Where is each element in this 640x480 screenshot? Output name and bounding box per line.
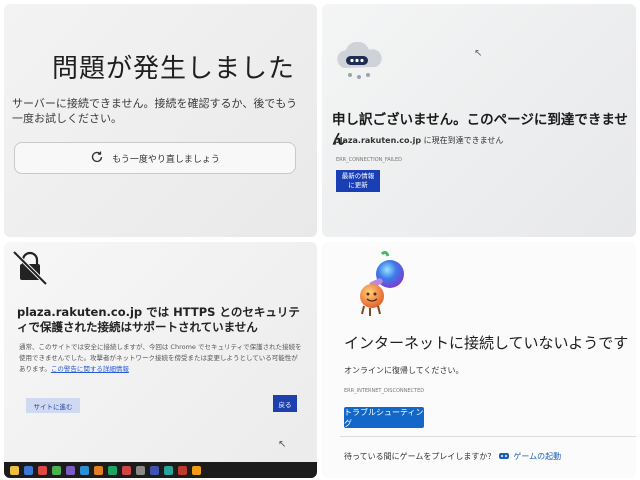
refresh-button-line2: に更新 <box>348 181 368 189</box>
panel-https-warning: plaza.rakuten.co.jp では HTTPS とのセキュリティで保護… <box>4 242 317 478</box>
panel-offline: インターネットに接続していないようです オンラインに復帰してください。 ERR_… <box>322 242 636 478</box>
details-link[interactable]: この警告に関する詳細情報 <box>51 365 129 373</box>
retry-button[interactable]: もう一度やり直しましょう <box>14 142 296 174</box>
host-name: plaza.rakuten.co.jp <box>334 136 422 145</box>
offline-subtitle: オンラインに復帰してください。 <box>344 366 464 375</box>
taskbar-app-icon[interactable] <box>24 465 33 475</box>
taskbar-app-icon[interactable] <box>150 465 159 475</box>
taskbar-app-icon[interactable] <box>80 465 89 475</box>
warning-body: 通常、このサイトでは安全に接続しますが、今回は Chrome でセキュリティで保… <box>19 342 304 375</box>
taskbar-app-icon[interactable] <box>164 465 173 475</box>
host-suffix: に現在到達できません <box>421 136 504 145</box>
refresh-button-line1: 最新の情報 <box>341 172 375 180</box>
divider <box>340 436 636 437</box>
panel-problem-occurred: 問題が発生しました サーバーに接続できません。接続を確認するか、後でもう一度お試… <box>4 4 317 237</box>
game-prompt-row: 待っている間にゲームをプレイしますか？ ゲームの起動 <box>344 451 561 462</box>
error-code: ERR_CONNECTION_FAILED <box>336 157 402 163</box>
panel-cannot-reach: ↖ 申し訳ございません。このページに到達できません plaza.rakuten.… <box>322 4 636 237</box>
taskbar-app-icon[interactable] <box>38 465 47 475</box>
taskbar-app-icon[interactable] <box>122 465 131 475</box>
game-controller-icon <box>499 452 510 462</box>
taskbar-app-icon[interactable] <box>136 465 145 475</box>
refresh-button[interactable]: 最新の情報 に更新 <box>336 170 380 192</box>
host-message: plaza.rakuten.co.jp に現在到達できません <box>334 135 503 146</box>
taskbar-app-icon[interactable] <box>178 465 187 475</box>
error-message: サーバーに接続できません。接続を確認するか、後でもう一度お試しください。 <box>12 97 298 125</box>
error-code: ERR_INTERNET_DISCONNECTED <box>344 388 425 394</box>
offline-character-icon <box>354 250 414 324</box>
cloud-icon <box>332 41 386 86</box>
taskbar-app-icon[interactable] <box>66 465 75 475</box>
taskbar <box>4 462 317 478</box>
taskbar-app-icon[interactable] <box>108 465 117 475</box>
taskbar-app-icon[interactable] <box>52 465 61 475</box>
launch-game-link[interactable]: ゲームの起動 <box>513 451 561 462</box>
troubleshoot-button[interactable]: トラブルシューティング <box>344 407 424 428</box>
mouse-cursor-icon: ↖ <box>278 439 287 450</box>
mouse-cursor-icon: ↖ <box>474 48 483 59</box>
game-prompt: 待っている間にゲームをプレイしますか？ <box>344 452 496 461</box>
refresh-icon <box>90 150 104 167</box>
taskbar-app-icon[interactable] <box>94 465 103 475</box>
back-button[interactable]: 戻る <box>273 395 297 412</box>
taskbar-app-icon[interactable] <box>10 465 19 475</box>
retry-label: もう一度やり直しましょう <box>112 154 220 165</box>
unlocked-icon <box>10 248 50 292</box>
proceed-button[interactable]: サイトに進む <box>26 398 80 413</box>
page-title: 問題が発生しました <box>52 54 296 84</box>
page-title: plaza.rakuten.co.jp では HTTPS とのセキュリティで保護… <box>17 305 300 334</box>
page-title: インターネットに接続していないようです <box>344 334 629 352</box>
taskbar-app-icon[interactable] <box>192 465 201 475</box>
